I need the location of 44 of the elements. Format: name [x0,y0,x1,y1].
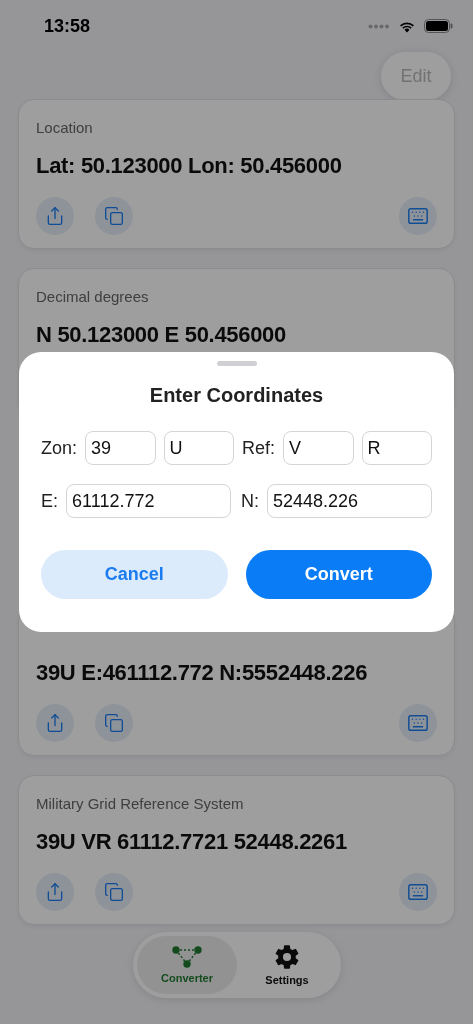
input-field[interactable]: V [283,431,354,465]
input-field[interactable]: 39 [85,431,156,465]
copy-button[interactable] [95,873,133,911]
share-button[interactable] [36,704,74,742]
share-button[interactable] [36,197,74,235]
copy-icon [104,206,124,226]
card-title: Decimal degrees [36,287,150,307]
status-time: 13:58 [44,15,91,37]
field-label: N: [241,490,259,512]
input-field[interactable]: U [163,431,234,465]
coordinate-value: 39U VR 61112.7721 52448.2261 [36,829,348,855]
input-field[interactable]: 52448.226 [267,484,432,518]
keyboard-icon [407,205,429,227]
share-icon [45,713,65,733]
share-icon [45,882,65,902]
convert-button[interactable]: Convert [245,550,432,599]
copy-button[interactable] [95,704,133,742]
copy-icon [104,882,124,902]
keyboard-button[interactable] [399,197,437,235]
copy-button[interactable] [95,197,133,235]
keyboard-icon [407,881,429,903]
field-label: E: [41,490,58,512]
keyboard-button[interactable] [399,873,437,911]
share-icon [45,206,65,226]
coordinate-value: N 50.123000 E 50.456000 [36,322,287,348]
field-label: Ref: [242,437,275,459]
coordinate-value: 39U E:461112.772 N:5552448.226 [36,660,369,686]
copy-icon [104,713,124,733]
tab-item[interactable]: Settings [237,936,337,994]
input-field[interactable]: 61112.772 [66,484,231,518]
triangle-nodes-icon [172,946,202,968]
battery-icon [424,19,453,33]
keyboard-icon [407,712,429,734]
card-title: Location [36,118,94,138]
dialog-title: Enter Coordinates [149,384,324,407]
input-field[interactable]: R [361,431,432,465]
card-title: Military Grid Reference System [36,794,245,814]
share-button[interactable] [36,873,74,911]
settings-icon [274,944,300,970]
coordinate-value: Lat: 50.123000 Lon: 50.456000 [36,153,343,179]
field-label: Zon: [41,437,78,459]
signal-icon [368,23,390,29]
keyboard-button[interactable] [399,704,437,742]
drag-handle[interactable] [216,361,257,366]
